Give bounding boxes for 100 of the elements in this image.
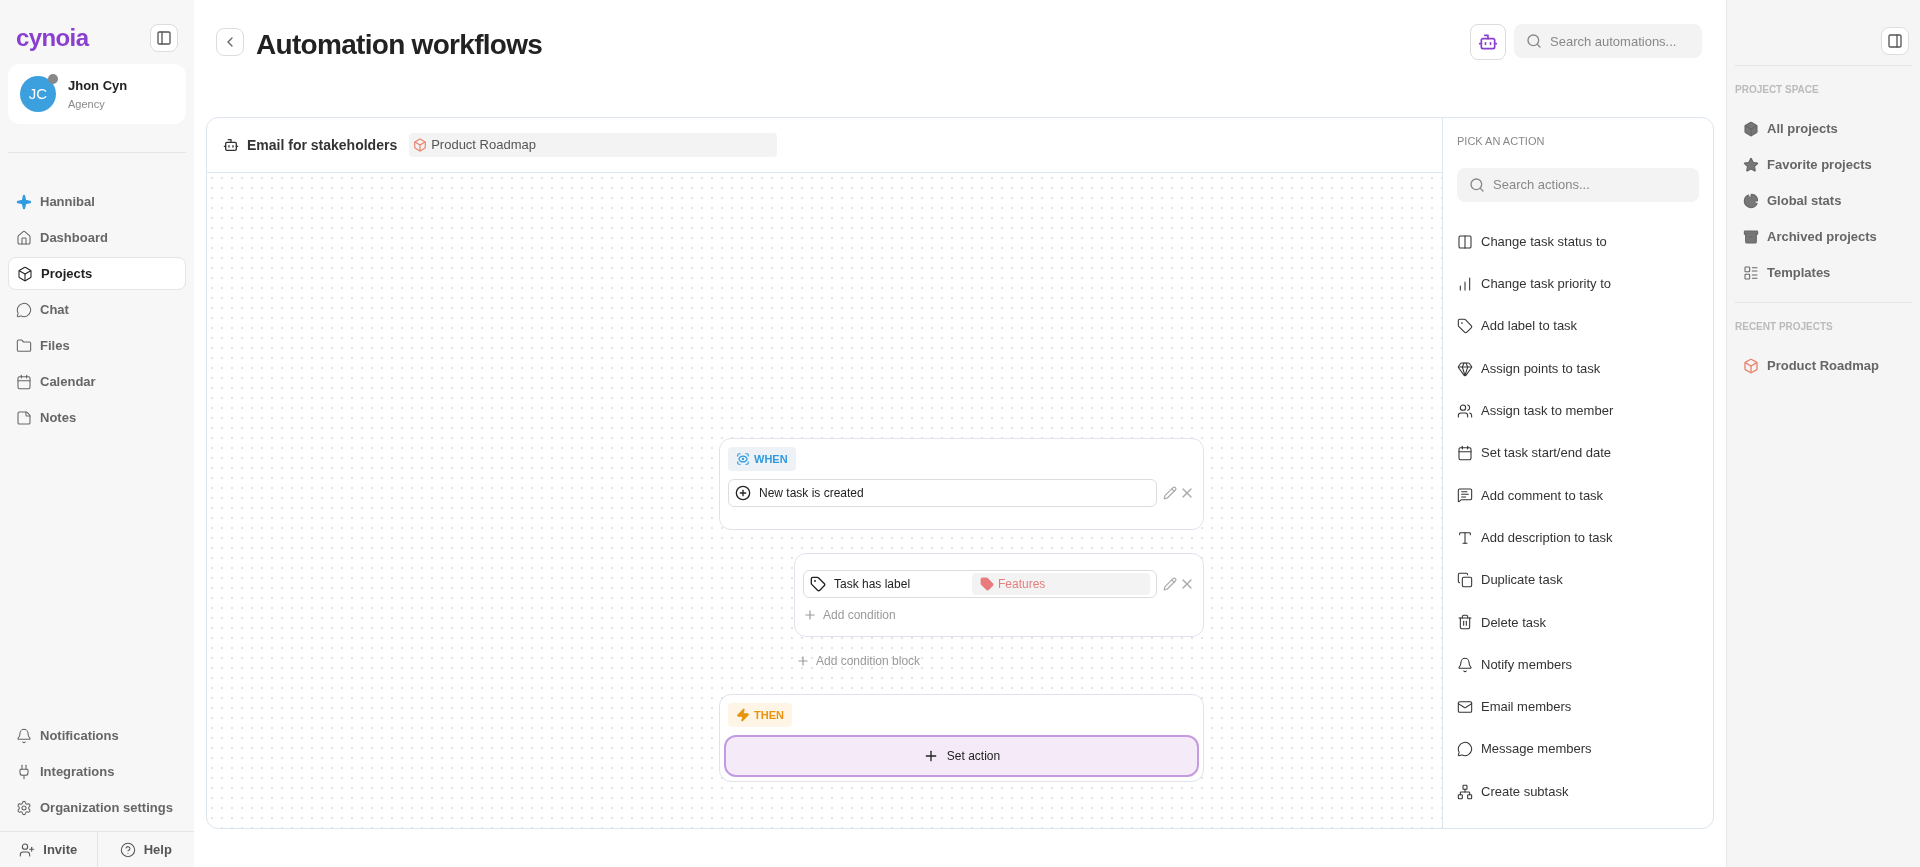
workflow-name: Email for stakeholders [247,135,398,155]
user-card[interactable]: JC Jhon Cyn Agency [8,64,186,124]
plug-icon [16,764,32,780]
action-item[interactable]: Add comment to task [1457,474,1699,517]
action-item[interactable]: Change task priority to [1457,262,1699,306]
action-item[interactable]: Create subtask [1457,770,1699,813]
action-item[interactable]: Assign task to member [1457,389,1699,432]
action-item[interactable]: Change task status to [1457,220,1699,263]
list-icon [1743,265,1759,281]
cube-icon [413,138,428,152]
help-icon [119,841,136,858]
cube-icon [1743,358,1759,374]
action-item[interactable]: Delete task [1457,601,1699,644]
calendar-icon [1457,445,1473,462]
action-item[interactable]: Set task start/end date [1457,432,1699,475]
action-item[interactable]: Email members [1457,685,1699,729]
project-space-item[interactable]: Global stats [1735,183,1912,219]
star-icon [1743,157,1759,173]
search-field[interactable]: Search automations... [1514,24,1702,58]
chat-bubble-icon [1457,741,1473,758]
lightning-icon [736,708,750,722]
archive-icon [1743,229,1759,245]
copy-icon [1457,572,1473,588]
edit-icon[interactable] [1163,486,1177,500]
nav-item[interactable]: Notifications [8,721,186,751]
bot-button[interactable] [1470,24,1506,60]
project-space-item[interactable]: Favorite projects [1735,147,1912,183]
columns-icon [1457,233,1473,250]
user-role: Agency [68,96,106,112]
collapse-panel-button[interactable] [1881,27,1909,55]
search-field[interactable]: Search actions... [1457,167,1699,202]
settings-icon [16,800,32,816]
target-icon [736,452,750,466]
cube-icon [17,265,33,282]
panel-icon [156,30,172,46]
action-item[interactable]: Message members [1457,728,1699,771]
then-tag: THEN [728,703,792,727]
action-item[interactable]: Add description to task [1457,516,1699,559]
when-tag: WHEN [728,447,796,471]
action-item[interactable]: Notify members [1457,643,1699,686]
search-icon [1526,33,1542,49]
add-user-icon [19,841,36,858]
tag-icon [810,576,826,592]
nav-item[interactable]: Calendar [8,365,186,398]
back-button[interactable] [216,28,244,56]
house-icon [16,229,32,246]
action-item[interactable]: Add label to task [1457,305,1699,348]
label-chip: Features [972,573,1150,595]
set-action-button[interactable]: Set action [724,735,1199,777]
tag-icon [980,577,994,591]
robot-icon [1478,32,1498,52]
action-item[interactable]: Duplicate task [1457,558,1699,602]
bar-chart-icon [1457,275,1473,292]
nav-item[interactable]: Notes [8,401,186,434]
calendar-icon [16,373,32,390]
panel-title: PICK AN ACTION [1457,134,1546,149]
nav-item[interactable]: Organization settings [8,793,186,823]
edit-icon[interactable] [1163,577,1177,591]
nav-item[interactable]: Integrations [8,757,186,787]
note-icon [16,409,32,426]
condition-field[interactable]: Task has label Features [803,570,1157,598]
nav-item[interactable]: Projects [8,257,186,290]
nav-item[interactable]: Files [8,329,186,362]
project-space-item[interactable]: All projects [1735,111,1912,147]
logo: cynoia [16,26,89,50]
nav-item[interactable]: Dashboard [8,221,186,254]
branch-icon [1457,783,1473,800]
action-item[interactable]: Assign points to task [1457,347,1699,390]
cube-icon [1743,121,1759,137]
bell-icon [16,728,32,744]
collapse-sidebar-button[interactable] [150,24,178,52]
plus-icon [803,608,817,622]
text-icon [1457,529,1473,546]
plus-circle-icon [735,485,751,501]
robot-icon [223,137,239,153]
project-chip: Product Roadmap [409,133,778,157]
recent-project-item[interactable]: Product Roadmap [1735,348,1912,384]
trash-icon [1457,614,1473,631]
page-title: Automation workflows [256,28,543,62]
panel-icon [1887,33,1903,49]
folder-icon [16,337,32,354]
project-space-item[interactable]: Templates [1735,255,1912,291]
bell-icon [1457,656,1473,673]
invite-button[interactable]: Invite [0,832,98,867]
diamond-icon [1457,360,1473,377]
project-space-item[interactable]: Archived projects [1735,219,1912,255]
comment-icon [1457,487,1473,504]
chat-bubble-icon [16,301,32,318]
avatar: JC [20,76,56,112]
condition-label: Task has label [834,576,912,593]
nav-item[interactable]: Chat [8,293,186,326]
users-icon [1457,402,1473,419]
nav-item[interactable]: Hannibal [8,185,186,218]
section-title: PROJECT SPACE [1735,83,1820,97]
help-button[interactable]: Help [97,832,194,867]
tag-icon [1457,318,1473,335]
trigger-field[interactable]: New task is created [728,479,1157,507]
mail-icon [1457,698,1473,715]
search-icon [1469,176,1485,193]
section-title: RECENT PROJECTS [1735,320,1834,334]
